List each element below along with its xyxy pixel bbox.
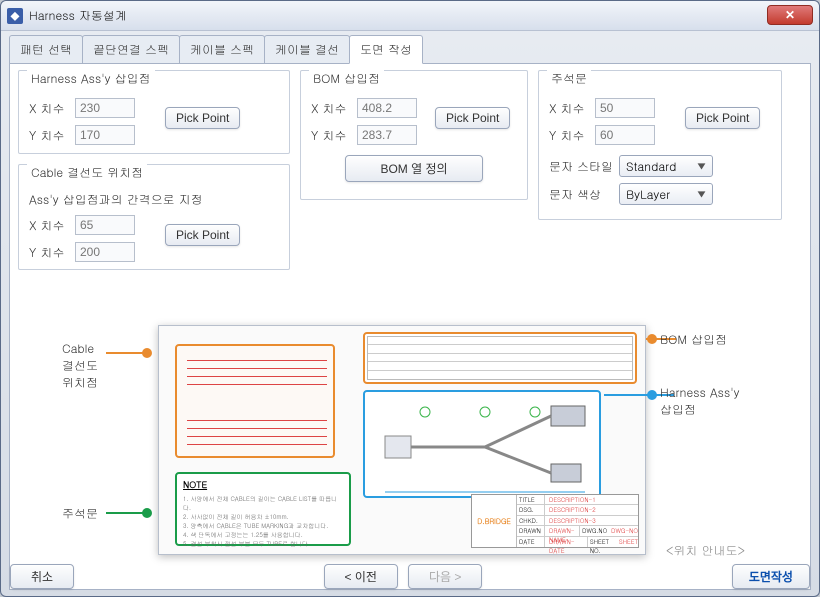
- cable-x-label: X 치수: [29, 217, 75, 234]
- preview-titleblock: D.BRIDGE TITLEDESCRIPTION-1 DSG.DESCRIPT…: [471, 494, 639, 548]
- annot-x-label: X 치수: [549, 100, 595, 117]
- app-window: ◆ Harness 자동설계 ✕ 패턴 선택 끝단연결 스펙 케이블 스펙 케이…: [0, 0, 820, 597]
- group-annot-legend: 주석문: [547, 70, 591, 87]
- annot-style-combo[interactable]: Standard ▼: [619, 155, 713, 177]
- group-bom: BOM 삽입점 X 치수 Pick Point Y 치수 BOM 열 정의: [300, 70, 528, 200]
- bom-x-input[interactable]: [357, 98, 417, 118]
- harness-x-label: X 치수: [29, 100, 75, 117]
- preview-guide-label: <위치 안내도>: [666, 542, 745, 559]
- prev-button[interactable]: < 이전: [324, 564, 398, 589]
- client-area: 패턴 선택 끝단연결 스펙 케이블 스펙 케이블 결선 도면 작성 Harnes…: [9, 35, 811, 588]
- group-bom-legend: BOM 삽입점: [309, 70, 384, 87]
- bom-x-label: X 치수: [311, 100, 357, 117]
- tab-cablespec[interactable]: 케이블 스펙: [179, 35, 265, 64]
- callout-label-annot: 주석문: [62, 505, 98, 522]
- chevron-down-icon: ▼: [697, 159, 706, 173]
- preview-cable-box: [175, 344, 335, 458]
- harness-pick-button[interactable]: Pick Point: [165, 107, 240, 129]
- cable-y-input[interactable]: [75, 242, 135, 262]
- cable-x-input[interactable]: [75, 215, 135, 235]
- annot-color-label: 문자 색상: [549, 186, 619, 203]
- tab-drawing[interactable]: 도면 작성: [349, 35, 423, 64]
- annot-color-value: ByLayer: [626, 186, 670, 203]
- callout-label-harness: Harness Ass'y 삽입점: [660, 384, 740, 418]
- callout-label-cable: Cable 결선도 위치점: [62, 340, 98, 391]
- group-cable: Cable 결선도 위치점 Ass'y 삽입점과의 간격으로 지정 X 치수 P…: [18, 164, 290, 270]
- harness-y-input[interactable]: [75, 125, 135, 145]
- group-harness: Harness Ass'y 삽입점 X 치수 Pick Point Y 치수: [18, 70, 290, 154]
- annot-pick-button[interactable]: Pick Point: [685, 107, 760, 129]
- group-harness-legend: Harness Ass'y 삽입점: [27, 70, 155, 87]
- bom-pick-button[interactable]: Pick Point: [435, 107, 510, 129]
- cable-y-label: Y 치수: [29, 244, 75, 261]
- window-title: Harness 자동설계: [29, 7, 127, 24]
- cable-pick-button[interactable]: Pick Point: [165, 224, 240, 246]
- annot-x-input[interactable]: [595, 98, 655, 118]
- annot-y-label: Y 치수: [549, 127, 595, 144]
- callout-line-cable: [106, 352, 146, 354]
- preview-bom-box: [363, 332, 637, 384]
- tab-panel: Harness Ass'y 삽입점 X 치수 Pick Point Y 치수 C…: [9, 63, 811, 590]
- group-annot: 주석문 X 치수 Pick Point Y 치수 문자 스타일 Standard…: [538, 70, 782, 220]
- tab-cableconn[interactable]: 케이블 결선: [264, 35, 350, 64]
- callout-label-bom: BOM 삽입점: [660, 331, 727, 348]
- app-icon: ◆: [7, 8, 23, 24]
- annot-y-input[interactable]: [595, 125, 655, 145]
- titlebar: ◆ Harness 자동설계 ✕: [1, 1, 819, 31]
- bom-y-label: Y 치수: [311, 127, 357, 144]
- preview-diagram: NOTE 1. 사양에서 전체 CABLE의 길이는 CABLE LIST를 따…: [158, 325, 646, 555]
- annot-style-label: 문자 스타일: [549, 158, 619, 175]
- preview-harness-box: [363, 390, 601, 498]
- harness-x-input[interactable]: [75, 98, 135, 118]
- tab-endspec[interactable]: 끝단연결 스펙: [82, 35, 180, 64]
- harness-icon: [365, 392, 603, 500]
- note-heading: NOTE: [183, 478, 343, 491]
- preview-note-box: NOTE 1. 사양에서 전체 CABLE의 길이는 CABLE LIST를 따…: [175, 472, 351, 546]
- bom-y-input[interactable]: [357, 125, 417, 145]
- bottom-bar: 취소 < 이전 다음 > 도면작성: [10, 558, 810, 589]
- harness-y-label: Y 치수: [29, 127, 75, 144]
- close-button[interactable]: ✕: [767, 5, 813, 25]
- group-cable-legend: Cable 결선도 위치점: [27, 164, 147, 181]
- cancel-button[interactable]: 취소: [10, 564, 74, 589]
- next-button[interactable]: 다음 >: [408, 564, 482, 589]
- chevron-down-icon: ▼: [697, 187, 706, 201]
- bom-columns-button[interactable]: BOM 열 정의: [345, 155, 482, 182]
- tab-pattern[interactable]: 패턴 선택: [9, 35, 83, 64]
- annot-style-value: Standard: [626, 158, 676, 175]
- create-drawing-button[interactable]: 도면작성: [732, 564, 810, 589]
- tabstrip: 패턴 선택 끝단연결 스펙 케이블 스펙 케이블 결선 도면 작성: [9, 35, 811, 64]
- callout-line-annot: [106, 512, 146, 514]
- cable-subhead: Ass'y 삽입점과의 간격으로 지정: [29, 191, 279, 208]
- annot-color-combo[interactable]: ByLayer ▼: [619, 183, 713, 205]
